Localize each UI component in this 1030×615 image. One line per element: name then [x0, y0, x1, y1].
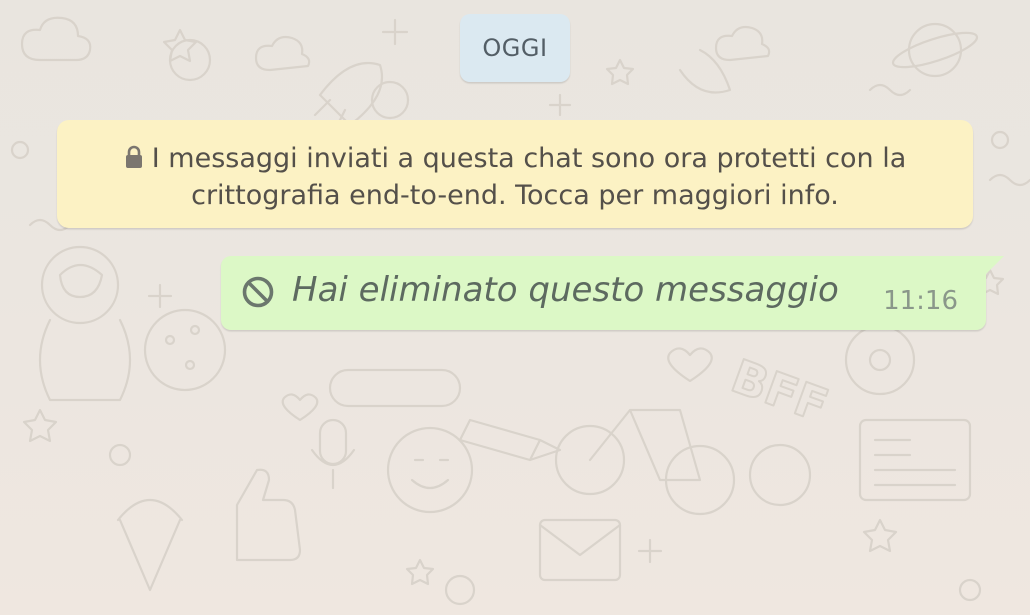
cloud-doodle: [714, 25, 771, 62]
newspaper-doodle: [858, 418, 972, 502]
message-timestamp: 11:16: [883, 286, 958, 316]
cloud-doodle: [20, 16, 92, 62]
date-separator: OGGI: [460, 14, 570, 82]
heart-doodle: [281, 393, 319, 422]
donut-doodle: [844, 324, 916, 396]
face-doodle: [748, 443, 812, 507]
star-doodle: [22, 408, 58, 443]
wave-doodle: [988, 173, 1030, 187]
encryption-notice-line2: crittografia end-to-end. Tocca per maggi…: [191, 180, 839, 211]
outgoing-message-bubble[interactable]: Hai eliminato questo messaggio 11:16: [221, 256, 986, 330]
lock-icon: [125, 145, 142, 168]
sparkle-doodle: [637, 538, 663, 564]
astronaut-body-doodle: [38, 318, 132, 402]
encryption-notice-line1: I messaggi inviati a questa chat sono or…: [151, 143, 907, 174]
bff-letters-doodle: BFF: [725, 349, 835, 433]
star-doodle: [605, 58, 635, 86]
prohibited-icon: [242, 276, 274, 308]
astronaut-visor-doodle: [58, 263, 104, 299]
sparkle-doodle: [548, 93, 572, 117]
sparkle-doodle: [381, 18, 409, 46]
envelope-doodle: [538, 518, 622, 582]
cloud-doodle: [254, 35, 311, 72]
deleted-message-text: Hai eliminato questo messaggio: [292, 270, 839, 310]
star-doodle: [862, 518, 898, 553]
sparkle-doodle: [147, 283, 173, 309]
heart-doodle: [667, 347, 713, 383]
star-doodle: [162, 28, 198, 63]
face-doodle: [386, 426, 474, 514]
encryption-notice[interactable]: I messaggi inviati a questa chat sono or…: [57, 120, 973, 228]
star-doodle: [405, 558, 435, 586]
bicycle-frame-doodle: [588, 408, 702, 482]
planet-doodle: [907, 22, 963, 78]
planet-ring-doodle: [891, 31, 979, 69]
ice-cream-doodle: [116, 498, 184, 592]
speech-bubble-doodle: [328, 368, 462, 408]
cookie-doodle: [143, 308, 227, 392]
banana-doodle: [678, 48, 732, 94]
microphone-doodle: [318, 418, 348, 466]
bubble-tail: [984, 256, 1004, 276]
thumbs-up-doodle: [235, 468, 302, 562]
astronaut-helmet-doodle: [40, 245, 120, 325]
pencil-doodle: [458, 418, 562, 462]
wave-doodle: [868, 83, 912, 97]
